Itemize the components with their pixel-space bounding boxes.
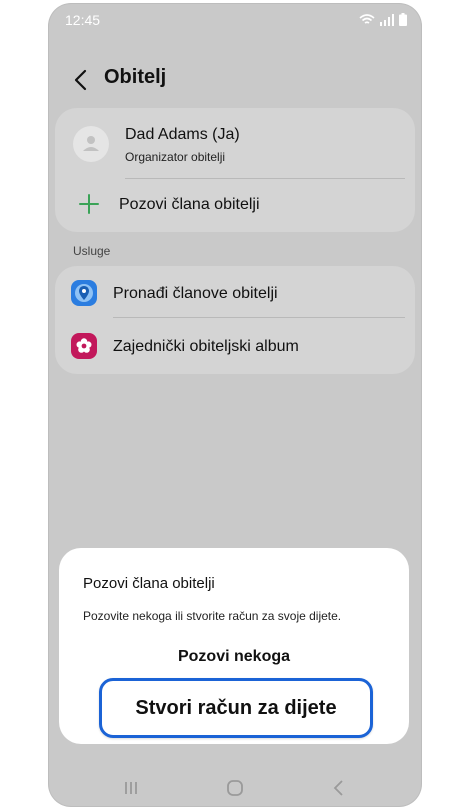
invite-someone-button[interactable]: Pozovi nekoga bbox=[59, 648, 409, 666]
status-bar: 12:45 bbox=[49, 4, 421, 36]
page-title: Obitelj bbox=[104, 66, 167, 88]
shared-family-album-item[interactable]: Zajednički obiteljski album bbox=[113, 338, 299, 356]
back-arrow-icon[interactable] bbox=[71, 68, 91, 92]
phone-screen: 12:45 Obitelj Dad Adams (Ja) Organizator… bbox=[49, 4, 421, 806]
home-icon[interactable] bbox=[225, 778, 245, 798]
create-child-account-button[interactable]: Stvori račun za dijete bbox=[99, 678, 373, 738]
services-section-label: Usluge bbox=[73, 244, 111, 258]
flower-album-icon bbox=[71, 333, 97, 359]
divider bbox=[113, 317, 405, 318]
find-family-members-item[interactable]: Pronađi članove obitelji bbox=[113, 285, 278, 303]
battery-icon bbox=[399, 13, 407, 26]
wifi-icon bbox=[359, 13, 375, 24]
family-card: Dad Adams (Ja) Organizator obitelji Pozo… bbox=[55, 108, 415, 232]
recent-apps-icon[interactable] bbox=[121, 778, 141, 798]
location-pin-icon bbox=[71, 280, 97, 306]
member-role: Organizator obitelji bbox=[125, 150, 226, 164]
status-icons bbox=[359, 13, 407, 26]
status-time: 12:45 bbox=[65, 12, 101, 28]
signal-icon bbox=[380, 13, 394, 26]
navigation-bar bbox=[49, 770, 421, 806]
member-name[interactable]: Dad Adams (Ja) bbox=[125, 126, 240, 144]
plus-icon[interactable] bbox=[77, 192, 101, 216]
invite-family-member-button[interactable]: Pozovi člana obitelji bbox=[119, 196, 260, 214]
app-bar: Obitelj bbox=[49, 56, 421, 104]
invite-dialog: Pozovi člana obitelji Pozovite nekoga il… bbox=[59, 548, 409, 744]
services-card: Pronađi članove obitelji Zajednički obit… bbox=[55, 266, 415, 374]
person-icon bbox=[83, 136, 99, 151]
dialog-description: Pozovite nekoga ili stvorite račun za sv… bbox=[83, 609, 342, 623]
back-icon[interactable] bbox=[329, 778, 349, 798]
divider bbox=[125, 178, 405, 179]
avatar[interactable] bbox=[73, 126, 109, 162]
dialog-title: Pozovi člana obitelji bbox=[83, 575, 215, 592]
